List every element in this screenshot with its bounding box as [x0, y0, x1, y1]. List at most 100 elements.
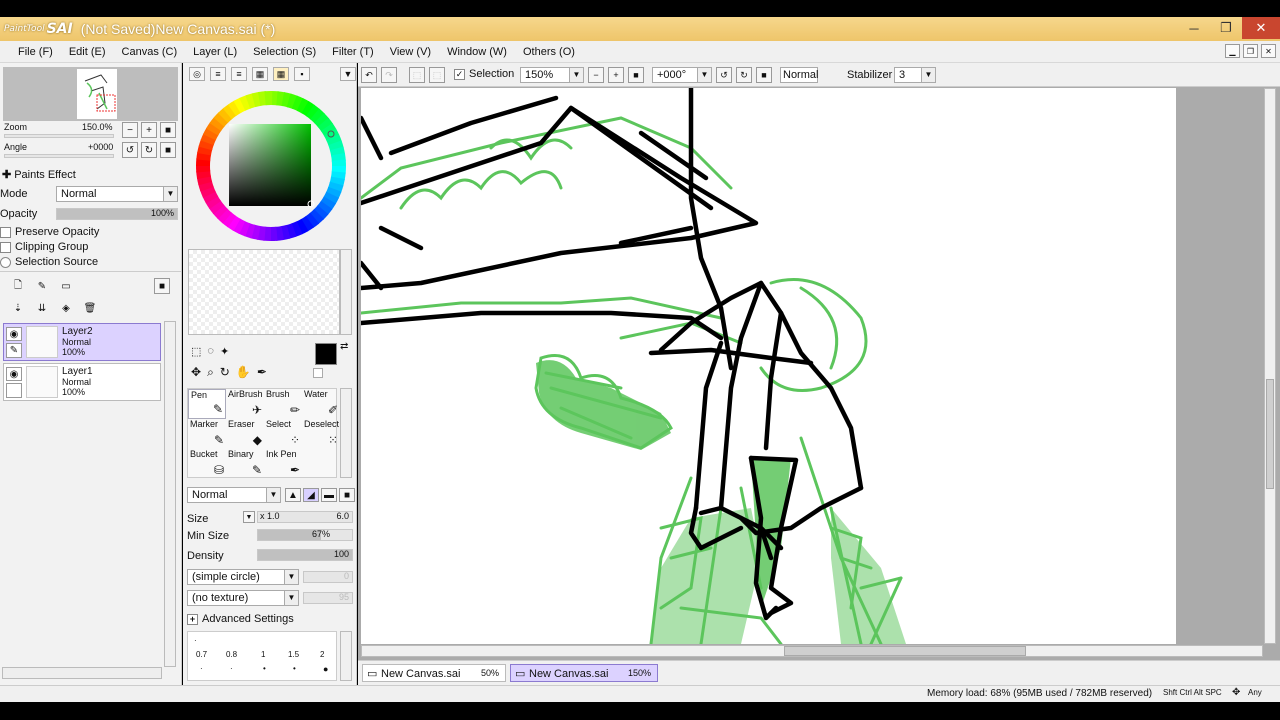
- size-preset-1[interactable]: 1: [261, 650, 265, 659]
- stabilizer-select[interactable]: 3 ▼: [894, 67, 936, 83]
- tool-select[interactable]: Select ⁘: [264, 419, 302, 449]
- hsv-slider-tab-icon[interactable]: ≡: [231, 67, 247, 81]
- color-wheel[interactable]: [193, 88, 349, 244]
- layer-row-layer2[interactable]: ◉ ✎ Layer2 Normal 100%: [3, 323, 161, 361]
- canvas-zoom-select[interactable]: 150% ▼: [520, 67, 584, 83]
- canvas-blend-select[interactable]: Normal: [780, 67, 818, 83]
- tool-binary[interactable]: Binary ✎: [226, 449, 264, 479]
- rotate-left-button[interactable]: ↺: [122, 142, 138, 158]
- texture-amount-slider[interactable]: 95: [303, 592, 353, 604]
- redo-icon[interactable]: ↷: [381, 67, 397, 83]
- primary-color-swatch[interactable]: [315, 343, 337, 365]
- preset-dot-4[interactable]: •: [263, 664, 266, 673]
- menu-file[interactable]: File (F): [10, 46, 61, 58]
- canvas-hscroll-thumb[interactable]: [784, 646, 1026, 656]
- brush-shape-select[interactable]: (simple circle) ▼: [187, 569, 299, 585]
- size-slider[interactable]: x 1.0 6.0: [257, 511, 353, 523]
- menu-window[interactable]: Window (W): [439, 46, 515, 58]
- invert-selection-icon[interactable]: ⬚: [429, 67, 445, 83]
- advanced-settings-toggle[interactable]: + Advanced Settings: [187, 613, 294, 625]
- canvas-hscrollbar[interactable]: [361, 645, 1263, 657]
- tool-bucket[interactable]: Bucket ⛁: [188, 449, 226, 479]
- zoom-slider[interactable]: [4, 134, 114, 138]
- zoom-tool-icon[interactable]: ⌕: [207, 365, 214, 380]
- layer-list-hscrollbar[interactable]: [2, 667, 162, 679]
- brush-edge-square-icon[interactable]: ■: [339, 488, 355, 502]
- zoom-in-button[interactable]: +: [141, 122, 157, 138]
- tool-water[interactable]: Water ✐: [302, 389, 340, 419]
- hand-icon[interactable]: ✋: [236, 365, 251, 380]
- preset-dot-2[interactable]: ·: [200, 664, 203, 673]
- palette-tab-icon[interactable]: ▦: [273, 67, 289, 81]
- brush-blend-select[interactable]: Normal ▼: [187, 487, 281, 503]
- tool-grid-scrollbar[interactable]: [340, 388, 352, 478]
- merge-down-icon[interactable]: ⇊: [34, 300, 50, 316]
- pencil-icon[interactable]: ✎: [6, 343, 22, 358]
- swap-colors-icon[interactable]: ⇄: [340, 341, 348, 352]
- canvas-zoom-in-icon[interactable]: +: [608, 67, 624, 83]
- scratchpad-tab-icon[interactable]: ▪: [294, 67, 310, 81]
- brush-edge-soft-icon[interactable]: ◢: [303, 488, 319, 502]
- layer-mask-icon[interactable]: ■: [154, 278, 170, 294]
- preset-dot-5[interactable]: •: [293, 664, 296, 673]
- layer-lock-box[interactable]: [6, 383, 22, 398]
- new-folder-icon[interactable]: ▭: [58, 278, 74, 294]
- size-range-button[interactable]: ▼: [243, 511, 255, 523]
- undo-icon[interactable]: ↶: [361, 67, 377, 83]
- brush-edge-round-icon[interactable]: ▬: [321, 488, 337, 502]
- rgb-slider-tab-icon[interactable]: ≡: [210, 67, 226, 81]
- tool-brush[interactable]: Brush ✏: [264, 389, 302, 419]
- selection-source-checkbox[interactable]: Selection Source: [0, 256, 98, 268]
- lasso-icon[interactable]: ◌: [207, 345, 214, 358]
- tool-ink-pen[interactable]: Ink Pen ✒: [264, 449, 302, 479]
- mdi-close-icon[interactable]: ✕: [1261, 44, 1276, 58]
- canvas-zoom-reset-icon[interactable]: ■: [628, 67, 644, 83]
- close-button[interactable]: ✕: [1242, 17, 1280, 39]
- paints-effect-header[interactable]: ✚ Paints Effect: [2, 168, 76, 182]
- selection-checkbox[interactable]: ✓ Selection: [454, 68, 514, 80]
- clear-layer-icon[interactable]: ◈: [58, 300, 74, 316]
- drawing-canvas[interactable]: [361, 88, 1176, 644]
- new-linework-layer-icon[interactable]: ✎: [34, 278, 50, 294]
- transfer-down-icon[interactable]: ⇣: [10, 300, 26, 316]
- brush-edge-sharp-icon[interactable]: ▲: [285, 488, 301, 502]
- density-slider[interactable]: 100: [257, 549, 353, 561]
- size-preset-2[interactable]: 2: [320, 650, 324, 659]
- canvas-tab-2[interactable]: ▭ New Canvas.sai 150%: [510, 664, 658, 682]
- eye-icon[interactable]: ◉: [6, 327, 22, 341]
- layer-mode-select[interactable]: Normal ▼: [56, 186, 178, 202]
- color-wheel-tab-icon[interactable]: ◎: [189, 67, 205, 81]
- preserve-opacity-checkbox[interactable]: Preserve Opacity: [0, 226, 99, 238]
- brush-texture-select[interactable]: (no texture) ▼: [187, 590, 299, 606]
- preset-dot-3[interactable]: ·: [230, 664, 233, 673]
- menu-filter[interactable]: Filter (T): [324, 46, 382, 58]
- min-size-slider[interactable]: 67%: [257, 529, 353, 541]
- eyedropper-icon[interactable]: ✒: [257, 365, 267, 380]
- canvas-rotate-reset-icon[interactable]: ■: [756, 67, 772, 83]
- size-preset-0-8[interactable]: 0.8: [226, 650, 237, 659]
- swatches-scrollbar[interactable]: [340, 249, 352, 335]
- tool-deselect[interactable]: Deselect ⁙: [302, 419, 340, 449]
- minimize-button[interactable]: ─: [1178, 17, 1210, 39]
- menu-layer[interactable]: Layer (L): [185, 46, 245, 58]
- canvas-rotate-right-icon[interactable]: ↻: [736, 67, 752, 83]
- rotate-right-button[interactable]: ↻: [141, 142, 157, 158]
- preset-dot-1[interactable]: ·: [194, 636, 197, 645]
- shape-amount-slider[interactable]: 0: [303, 571, 353, 583]
- size-preset-1-5[interactable]: 1.5: [288, 650, 299, 659]
- menu-canvas[interactable]: Canvas (C): [114, 46, 186, 58]
- swatch-tab-icon[interactable]: ▦: [252, 67, 268, 81]
- move-icon[interactable]: ✥: [191, 365, 201, 380]
- layer-list-scrollbar[interactable]: [164, 321, 176, 667]
- scratchpad-swatches[interactable]: [188, 249, 340, 335]
- opacity-slider[interactable]: 100%: [56, 208, 178, 220]
- canvas-vscrollbar[interactable]: [1264, 88, 1276, 644]
- tool-eraser[interactable]: Eraser ◆: [226, 419, 264, 449]
- mdi-restore-icon[interactable]: ❐: [1243, 44, 1258, 58]
- tool-pen[interactable]: Pen ✎: [188, 389, 226, 419]
- zoom-out-button[interactable]: −: [122, 122, 138, 138]
- canvas-rotate-left-icon[interactable]: ↺: [716, 67, 732, 83]
- eye-icon[interactable]: ◉: [6, 367, 22, 381]
- navigator-preview[interactable]: [3, 67, 178, 121]
- rect-select-icon[interactable]: ⬚: [191, 345, 201, 358]
